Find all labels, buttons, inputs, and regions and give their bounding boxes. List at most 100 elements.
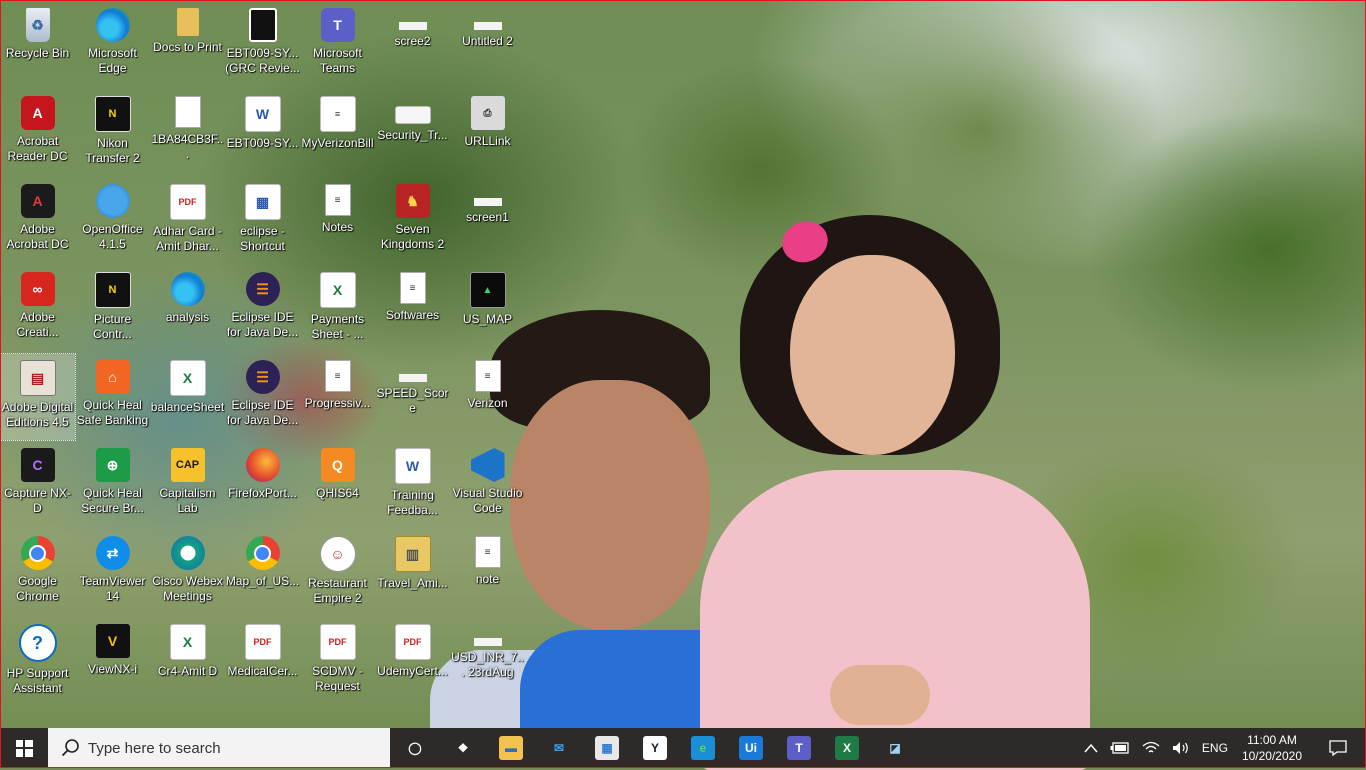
desktop-icon[interactable]: analysis (150, 266, 225, 352)
battery-button[interactable] (1104, 728, 1136, 768)
map-icon: ▲ (469, 272, 506, 308)
desktop-icon[interactable]: Security_Tr... (375, 90, 450, 176)
volume-button[interactable] (1166, 728, 1196, 768)
desktop-icon[interactable]: PDF Adhar Card - Amit Dhar... (150, 178, 225, 264)
show-hidden-icons-button[interactable] (1078, 728, 1104, 768)
desktop-icon[interactable]: A Acrobat Reader DC (0, 90, 75, 176)
desktop-icon[interactable]: ≡ MyVerizonBill (300, 90, 375, 176)
word-doc-icon: W (394, 448, 431, 484)
desktop-icon[interactable]: PDF UdemyCert... (375, 618, 450, 704)
desktop-icon[interactable]: ≡ Progressiv... (300, 354, 375, 440)
desktop-icon-label: Picture Contr... (93, 312, 132, 341)
desktop-icon[interactable]: Map_of_US... (225, 530, 300, 616)
desktop-icon[interactable]: ☺ Restaurant Empire 2 (300, 530, 375, 616)
desktop-icon[interactable]: ≡ Notes (300, 178, 375, 264)
desktop-icon[interactable]: ▦ eclipse - Shortcut (225, 178, 300, 264)
qhis-icon: Q (320, 448, 355, 482)
desktop-icon[interactable]: Cisco Webex Meetings (150, 530, 225, 616)
taskbar-app-button[interactable]: ▦ (583, 728, 631, 768)
taskbar-app-button[interactable]: Y (631, 728, 679, 768)
desktop-icon[interactable]: X Payments Sheet - ... (300, 266, 375, 352)
desktop-icon[interactable]: A Adobe Acrobat DC (0, 178, 75, 264)
desktop-icon[interactable]: W EBT009-SY... (225, 90, 300, 176)
store-icon: ▦ (595, 736, 619, 760)
desktop-icon[interactable]: ♻ Recycle Bin (0, 2, 75, 88)
taskbar-app-button[interactable]: ❖ (439, 728, 487, 768)
desktop-icon[interactable]: scree2 (375, 2, 450, 88)
desktop-icon[interactable]: screen1 (450, 178, 525, 264)
desktop-icon[interactable]: ≡ note (450, 530, 525, 616)
desktop-icon[interactable]: ∞ Adobe Creati... (0, 266, 75, 352)
desktop-icon[interactable]: EBT009-SY... (GRC Revie... (225, 2, 300, 88)
desktop-icon-label: Eclipse IDE for Java De... (226, 310, 299, 339)
desktop-icon-label: HP Support Assistant (6, 666, 69, 695)
taskbar-search-box[interactable]: Type here to search (48, 728, 390, 768)
desktop-icon-label: Adobe Creati... (16, 310, 59, 339)
desktop-icon[interactable]: FirefoxPort... (225, 442, 300, 528)
taskbar-app-button[interactable]: ◯ (391, 728, 439, 768)
taskbar-app-button[interactable]: Ui (727, 728, 775, 768)
desktop-icon[interactable]: ⌂ Quick Heal Safe Banking (75, 354, 150, 440)
desktop-icon[interactable]: ▥ Travel_Ami... (375, 530, 450, 616)
desktop-icon[interactable]: ⎙ URLLink (450, 90, 525, 176)
desktop-icon[interactable]: ≡ Softwares (375, 266, 450, 352)
teams-icon: T (320, 8, 355, 42)
desktop-icon[interactable]: Untitled 2 (450, 2, 525, 88)
taskbar-app-button[interactable]: T (775, 728, 823, 768)
taskbar-app-button[interactable]: ◪ (871, 728, 919, 768)
battery-icon (1110, 742, 1129, 754)
desktop-icon[interactable]: 1BA84CB3F... (150, 90, 225, 176)
desktop-icon[interactable]: OpenOffice 4.1.5 (75, 178, 150, 264)
desktop-icon-label: EBT009-SY... (226, 136, 299, 150)
desktop-icon-label: Verizon (467, 396, 508, 410)
taskbar-app-button[interactable]: X (823, 728, 871, 768)
network-button[interactable] (1136, 728, 1166, 768)
desktop-icon[interactable]: SPEED_Score (375, 354, 450, 440)
desktop-icon[interactable]: ▲ US_MAP (450, 266, 525, 352)
text-file-icon: ≡ (324, 360, 351, 392)
desktop-icon[interactable]: ☰ Eclipse IDE for Java De... (225, 354, 300, 440)
desktop-icon[interactable]: C Capture NX-D (0, 442, 75, 528)
desktop-icon-grid: ♻ Recycle Bin Microsoft Edge Docs to Print E… (0, 0, 1366, 728)
input-language-button[interactable]: ENG (1196, 728, 1234, 768)
taskbar-app-button[interactable]: ▬ (487, 728, 535, 768)
clock-date: 10/20/2020 (1241, 749, 1302, 763)
desktop-icon[interactable]: N Picture Contr... (75, 266, 150, 352)
taskbar-app-button[interactable]: ✉ (535, 728, 583, 768)
desktop-icon[interactable]: ▤ Adobe Digital Editions 4.5 (0, 353, 76, 441)
desktop-icon[interactable]: Docs to Print (150, 2, 225, 88)
desktop-icon[interactable]: XbalanceSheet (150, 354, 225, 440)
desktop-icon[interactable]: Microsoft Edge (75, 2, 150, 88)
desktop-icon[interactable]: T Microsoft Teams (300, 2, 375, 88)
action-center-button[interactable] (1310, 728, 1366, 768)
desktop-icon[interactable]: ☰ Eclipse IDE for Java De... (225, 266, 300, 352)
url-link-icon: ⎙ (470, 96, 505, 130)
search-placeholder: Type here to search (88, 739, 221, 757)
desktop-icon[interactable]: X Cr4-Amit D (150, 618, 225, 704)
desktop-icon[interactable]: PDF MedicalCer... (225, 618, 300, 704)
start-button[interactable] (0, 728, 48, 768)
desktop-icon-label: Adobe Acrobat DC (6, 222, 69, 251)
desktop-icon[interactable]: ≡ Verizon (450, 354, 525, 440)
wifi-icon (1142, 741, 1160, 753)
taskbar-app-button[interactable]: e (679, 728, 727, 768)
desktop-icon[interactable]: ♞ Seven Kingdoms 2 (375, 178, 450, 264)
quick-heal-browser-icon: ⊕ (95, 448, 130, 482)
desktop-icon[interactable]: Q QHIS64 (300, 442, 375, 528)
desktop-icon[interactable]: Google Chrome (0, 530, 75, 616)
sticky-app-icon: Y (643, 736, 667, 760)
desktop-icon[interactable]: V ViewNX-i (75, 618, 150, 704)
desktop-icon[interactable]: ? HP Support Assistant (0, 618, 75, 704)
chrome-icon (20, 536, 55, 570)
desktop-icon[interactable]: ⊕ Quick Heal Secure Br... (75, 442, 150, 528)
desktop-icon-label: Notes (321, 220, 354, 234)
desktop-icon[interactable]: PDF SCDMV - Request (300, 618, 375, 704)
desktop-icon[interactable]: USD_INR_7... 23rdAug (450, 618, 525, 704)
desktop-icon[interactable]: W Training Feedba... (375, 442, 450, 528)
desktop-icon[interactable]: ⇄ TeamViewer 14 (75, 530, 150, 616)
desktop-icon[interactable]: CAP Capitalism Lab (150, 442, 225, 528)
desktop-icon[interactable]: Visual Studio Code (450, 442, 525, 528)
pdf-icon: PDF (169, 184, 206, 220)
clock-button[interactable]: 11:00 AM 10/20/2020 (1234, 728, 1310, 768)
desktop-icon[interactable]: N Nikon Transfer 2 (75, 90, 150, 176)
